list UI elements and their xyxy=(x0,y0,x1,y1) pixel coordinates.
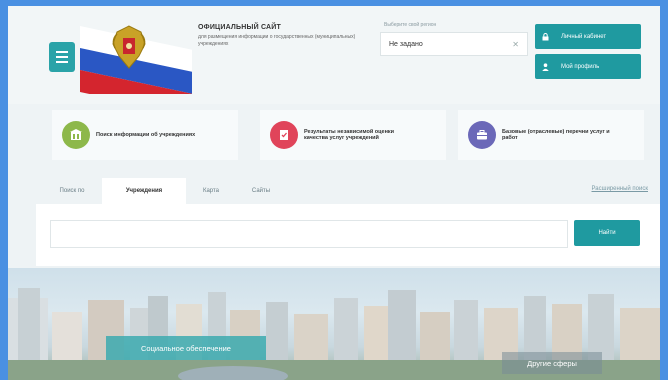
clear-icon[interactable]: ✕ xyxy=(512,40,519,49)
site-title: ОФИЦИАЛЬНЫЙ САЙТ xyxy=(198,24,282,31)
lock-icon xyxy=(541,32,549,41)
city-banner-image: Социальное обеспечение Другие сферы xyxy=(8,268,660,380)
search-tabs: Поиск по Учреждения Карта Сайты Расширен… xyxy=(36,174,660,204)
menu-button[interactable] xyxy=(49,42,75,72)
search-input[interactable] xyxy=(50,220,568,248)
menu-icon-line xyxy=(56,56,68,58)
service-cards: Поиск информации об учреждениях Результа… xyxy=(52,110,660,164)
page: ОФИЦИАЛЬНЫЙ САЙТ для размещения информац… xyxy=(8,6,660,380)
tab-search-by[interactable]: Поиск по xyxy=(42,178,102,204)
service-card-ratings[interactable]: Результаты независимой оценки качества у… xyxy=(260,110,446,160)
region-select[interactable]: Не задано ✕ xyxy=(380,32,528,56)
region-value: Не задано xyxy=(389,40,423,48)
site-title-block: ОФИЦИАЛЬНЫЙ САЙТ для размещения информац… xyxy=(198,24,378,48)
service-label: Базовые (отраслевые) перечни услуг и раб… xyxy=(502,128,610,142)
advanced-search-link[interactable]: Расширенный поиск xyxy=(592,186,649,192)
user-icon xyxy=(541,62,549,71)
header: ОФИЦИАЛЬНЫЙ САЙТ для размещения информац… xyxy=(8,6,660,104)
tag-social-security[interactable]: Социальное обеспечение xyxy=(106,336,266,360)
login-button[interactable]: Личный кабинет xyxy=(535,24,641,49)
briefcase-icon xyxy=(468,121,496,149)
coat-of-arms-icon xyxy=(106,20,152,76)
menu-icon-line xyxy=(56,51,68,53)
checklist-icon xyxy=(270,121,298,149)
login-button-label: Личный кабинет xyxy=(561,33,607,40)
menu-icon-line xyxy=(56,61,68,63)
service-card-catalog[interactable]: Базовые (отраслевые) перечни услуг и раб… xyxy=(458,110,644,160)
service-card-search[interactable]: Поиск информации об учреждениях xyxy=(52,110,238,160)
region-selector: Выберите свой регион Не задано ✕ xyxy=(380,22,528,56)
search-panel: Найти xyxy=(36,204,660,266)
tab-sites[interactable]: Сайты xyxy=(236,178,286,204)
site-subtitle: для размещения информации о государствен… xyxy=(198,34,356,47)
service-label: Результаты независимой оценки качества у… xyxy=(304,128,395,142)
search-button[interactable]: Найти xyxy=(574,220,640,246)
tab-institutions[interactable]: Учреждения xyxy=(102,178,186,204)
region-label: Выберите свой регион xyxy=(384,22,437,28)
service-label: Поиск информации об учреждениях xyxy=(96,131,196,138)
tab-map[interactable]: Карта xyxy=(186,178,236,204)
building-icon xyxy=(62,121,90,149)
tag-other-fields[interactable]: Другие сферы xyxy=(502,352,602,374)
profile-button-label: Мой профиль xyxy=(561,63,600,70)
profile-button[interactable]: Мой профиль xyxy=(535,54,641,79)
